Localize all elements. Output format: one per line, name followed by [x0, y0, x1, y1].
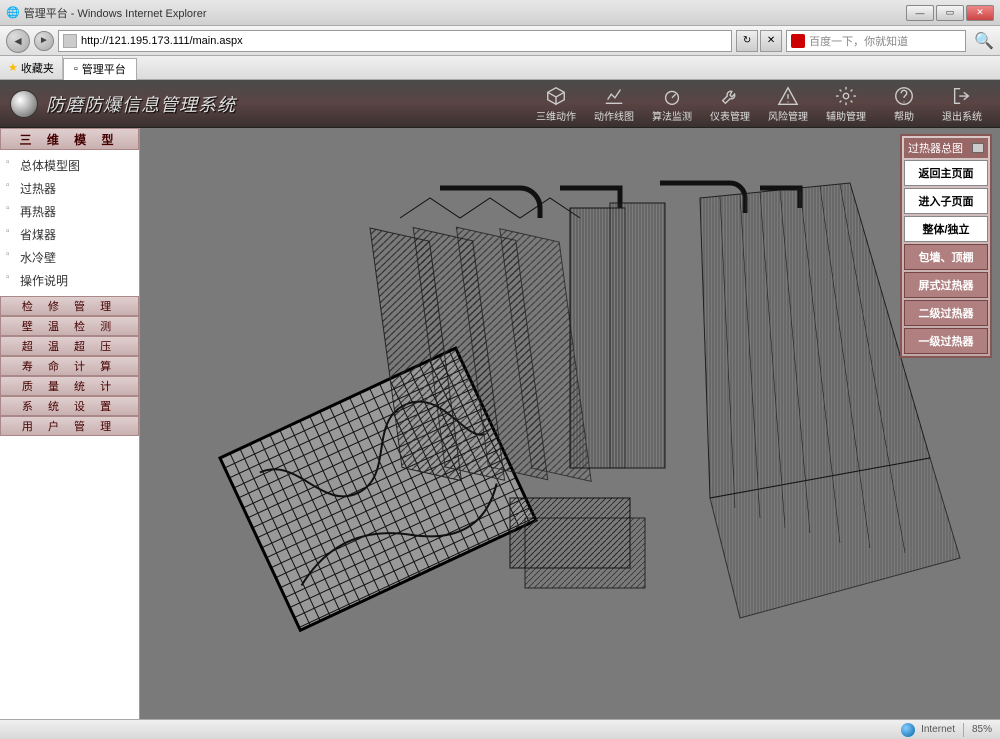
window-app-icon: 🌐: [6, 6, 20, 19]
tree-item-waterwall[interactable]: 水冷壁: [2, 246, 137, 269]
window-controls: — ▭ ✕: [906, 5, 994, 21]
top-menu-label: 三维动作: [536, 108, 576, 123]
gear-icon: [834, 84, 858, 108]
component-panel-title: 过热器总图: [908, 140, 963, 156]
browser-tab[interactable]: ▫ 管理平台: [63, 58, 137, 80]
panel-btn-wall-ceiling[interactable]: 包墙、顶棚: [904, 244, 988, 270]
tab-strip: ★ 收藏夹 ▫ 管理平台: [0, 56, 1000, 80]
favorites-label: 收藏夹: [21, 60, 54, 76]
tree-item-instructions[interactable]: 操作说明: [2, 269, 137, 292]
top-menu-item-exit[interactable]: 退出系统: [934, 82, 990, 125]
tab-label: 管理平台: [82, 61, 126, 77]
baidu-icon: [791, 34, 805, 48]
page-icon: [63, 34, 77, 48]
sidebar-section-3dmodel[interactable]: 三 维 模 型: [0, 128, 139, 150]
tree-item-economizer[interactable]: 省煤器: [2, 223, 137, 246]
top-menu: 三维动作 动作线图 算法监测 仪表管理 风险管理 辅助管理 帮助 退出系统: [528, 82, 990, 125]
top-menu-item-instrument[interactable]: 仪表管理: [702, 82, 758, 125]
minimize-panel-icon[interactable]: [972, 143, 984, 153]
sidebar-section-maintenance[interactable]: 检 修 管 理: [0, 296, 139, 316]
tree-item-overall[interactable]: 总体模型图: [2, 154, 137, 177]
component-panel-header[interactable]: 过热器总图: [904, 138, 988, 158]
top-menu-item-assist[interactable]: 辅助管理: [818, 82, 874, 125]
top-menu-label: 风险管理: [768, 108, 808, 123]
sidebar-section-walltemp[interactable]: 壁 温 检 测: [0, 316, 139, 336]
top-menu-item-risk[interactable]: 风险管理: [760, 82, 816, 125]
chart-icon: [602, 84, 626, 108]
app-logo: [10, 90, 38, 118]
internet-zone-icon: [901, 723, 915, 737]
minimize-button[interactable]: —: [906, 5, 934, 21]
help-icon: [892, 84, 916, 108]
app-title: 防磨防爆信息管理系统: [46, 91, 236, 117]
tree-item-superheater[interactable]: 过热器: [2, 177, 137, 200]
browser-nav-bar: ◄ ► http://121.195.173.111/main.aspx ↻ ✕…: [0, 26, 1000, 56]
sidebar-tree: 总体模型图 过热器 再热器 省煤器 水冷壁 操作说明: [0, 150, 139, 296]
maximize-button[interactable]: ▭: [936, 5, 964, 21]
close-button[interactable]: ✕: [966, 5, 994, 21]
top-menu-label: 辅助管理: [826, 108, 866, 123]
internet-zone-label: Internet: [921, 724, 955, 735]
exit-icon: [950, 84, 974, 108]
top-menu-item-3d[interactable]: 三维动作: [528, 82, 584, 125]
sidebar: 三 维 模 型 总体模型图 过热器 再热器 省煤器 水冷壁 操作说明 检 修 管…: [0, 128, 140, 719]
sidebar-section-overpressure[interactable]: 超 温 超 压: [0, 336, 139, 356]
panel-btn-enter-sub[interactable]: 进入子页面: [904, 188, 988, 214]
browser-search-box[interactable]: 百度一下，你就知道: [786, 30, 966, 52]
app-body: 三 维 模 型 总体模型图 过热器 再热器 省煤器 水冷壁 操作说明 检 修 管…: [0, 128, 1000, 719]
forward-button[interactable]: ►: [34, 31, 54, 51]
panel-btn-whole-independent[interactable]: 整体/独立: [904, 216, 988, 242]
top-menu-label: 动作线图: [594, 108, 634, 123]
top-menu-label: 算法监测: [652, 108, 692, 123]
app-header: 防磨防爆信息管理系统 三维动作 动作线图 算法监测 仪表管理 风险管理 辅助管理: [0, 80, 1000, 128]
top-menu-label: 退出系统: [942, 108, 982, 123]
top-menu-label: 帮助: [894, 108, 914, 123]
panel-btn-first-superheater[interactable]: 一级过热器: [904, 328, 988, 354]
top-menu-item-help[interactable]: 帮助: [876, 82, 932, 125]
back-button[interactable]: ◄: [6, 29, 30, 53]
tree-item-reheater[interactable]: 再热器: [2, 200, 137, 223]
search-placeholder: 百度一下，你就知道: [809, 33, 908, 49]
cube-icon: [544, 84, 568, 108]
sidebar-section-settings[interactable]: 系 统 设 置: [0, 396, 139, 416]
url-text: http://121.195.173.111/main.aspx: [81, 35, 243, 47]
panel-btn-back-main[interactable]: 返回主页面: [904, 160, 988, 186]
3d-viewport[interactable]: 过热器总图 返回主页面 进入子页面 整体/独立 包墙、顶棚 屏式过热器 二级过热…: [140, 128, 1000, 719]
window-title: 管理平台 - Windows Internet Explorer: [24, 5, 207, 21]
search-dropdown-icon[interactable]: 🔍: [974, 31, 994, 51]
sidebar-section-life[interactable]: 寿 命 计 算: [0, 356, 139, 376]
component-panel: 过热器总图 返回主页面 进入子页面 整体/独立 包墙、顶棚 屏式过热器 二级过热…: [900, 134, 992, 358]
status-bar: Internet 85%: [0, 719, 1000, 739]
tab-page-icon: ▫: [74, 63, 78, 75]
star-icon: ★: [8, 61, 18, 74]
3d-model-graphic: [140, 128, 1000, 718]
zoom-level[interactable]: 85%: [972, 724, 992, 735]
sidebar-section-users[interactable]: 用 户 管 理: [0, 416, 139, 436]
top-menu-item-curve[interactable]: 动作线图: [586, 82, 642, 125]
window-title-bar: 🌐 管理平台 - Windows Internet Explorer — ▭ ✕: [0, 0, 1000, 26]
address-bar[interactable]: http://121.195.173.111/main.aspx: [58, 30, 732, 52]
refresh-button[interactable]: ↻: [736, 30, 758, 52]
panel-btn-panel-superheater[interactable]: 屏式过热器: [904, 272, 988, 298]
panel-btn-second-superheater[interactable]: 二级过热器: [904, 300, 988, 326]
wrench-icon: [718, 84, 742, 108]
top-menu-label: 仪表管理: [710, 108, 750, 123]
favorites-button[interactable]: ★ 收藏夹: [0, 56, 63, 79]
stop-button[interactable]: ✕: [760, 30, 782, 52]
sidebar-section-quality[interactable]: 质 量 统 计: [0, 376, 139, 396]
top-menu-item-monitor[interactable]: 算法监测: [644, 82, 700, 125]
gauge-icon: [660, 84, 684, 108]
warning-icon: [776, 84, 800, 108]
